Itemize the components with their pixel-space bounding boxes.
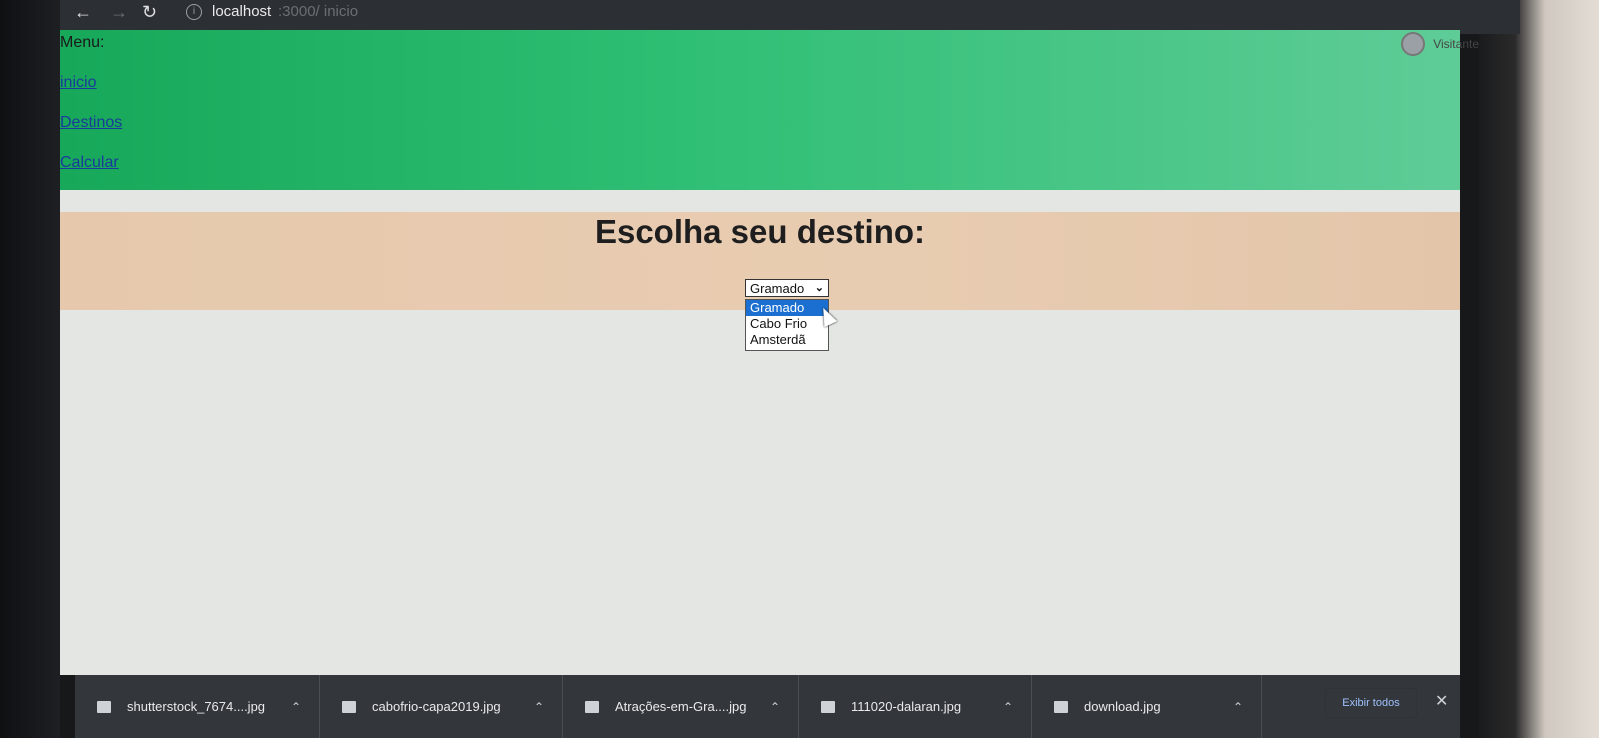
show-all-downloads-button[interactable]: Exibir todos [1325,688,1417,718]
option-amsterda[interactable]: Amsterdã [746,332,828,348]
image-file-icon [585,700,599,713]
menu-label: Menu: [60,34,105,51]
reload-icon[interactable]: ↻ [142,2,157,23]
download-filename: download.jpg [1084,699,1161,714]
page-title: Escolha seu destino: [594,213,926,250]
nav-link-calcular[interactable]: Calcular [60,154,119,172]
download-item[interactable]: cabofrio-capa2019.jpg ⌃ [320,675,563,738]
option-cabo-frio[interactable]: Cabo Frio [746,316,828,332]
chevron-up-icon[interactable]: ⌃ [1233,700,1243,714]
download-filename: shutterstock_7674....jpg [127,699,266,714]
avatar [1401,32,1426,56]
chevron-up-icon[interactable]: ⌃ [1003,700,1013,714]
back-arrow-icon[interactable]: ← [74,2,92,23]
download-shelf: shutterstock_7674....jpg ⌃ cabofrio-capa… [75,675,1460,738]
nav-link-inicio[interactable]: inicio [60,74,96,92]
download-filename: Atrações-em-Gra....jpg [615,699,747,714]
download-item[interactable]: 111020-dalaran.jpg ⌃ [799,675,1032,738]
destination-dropdown-list: Gramado Cabo Frio Amsterdã [745,299,829,351]
browser-toolbar: ← → ↻ i localhost :3000/ inicio [60,0,1520,34]
download-item[interactable]: shutterstock_7674....jpg ⌃ [75,675,320,738]
destination-select[interactable]: Gramado ⌄ [745,279,829,297]
monitor-bezel-right [1479,0,1599,738]
download-filename: cabofrio-capa2019.jpg [372,699,501,714]
chevron-down-icon: ⌄ [814,282,824,294]
image-file-icon [1054,700,1068,713]
address-bar-host[interactable]: localhost [212,3,271,20]
image-file-icon [342,700,356,713]
chevron-up-icon[interactable]: ⌃ [770,700,780,714]
download-filename: 111020-dalaran.jpg [851,699,962,714]
download-item[interactable]: download.jpg ⌃ [1032,675,1262,738]
address-bar-path[interactable]: :3000/ inicio [278,3,358,20]
nav-link-destinos[interactable]: Destinos [60,114,122,132]
page-viewport: Menu: inicio Destinos Calcular Escolha s… [60,30,1460,675]
image-file-icon [821,700,835,713]
download-item[interactable]: Atrações-em-Gra....jpg ⌃ [563,675,799,738]
profile-chip[interactable]: Visitante [1401,32,1479,56]
destination-select-value: Gramado [750,280,805,296]
image-file-icon [97,700,111,713]
screen: ← → ↻ i localhost :3000/ inicio Menu: in… [0,0,1599,738]
option-gramado[interactable]: Gramado [746,300,828,316]
site-info-icon[interactable]: i [186,4,202,20]
chevron-up-icon[interactable]: ⌃ [534,700,544,714]
profile-label: Visitante [1433,37,1479,51]
menu-header: Menu: inicio Destinos Calcular [60,30,1460,190]
forward-arrow-icon[interactable]: → [110,2,128,23]
chevron-up-icon[interactable]: ⌃ [291,700,301,714]
monitor-bezel-left [0,0,60,738]
close-icon[interactable]: ✕ [1435,691,1448,711]
